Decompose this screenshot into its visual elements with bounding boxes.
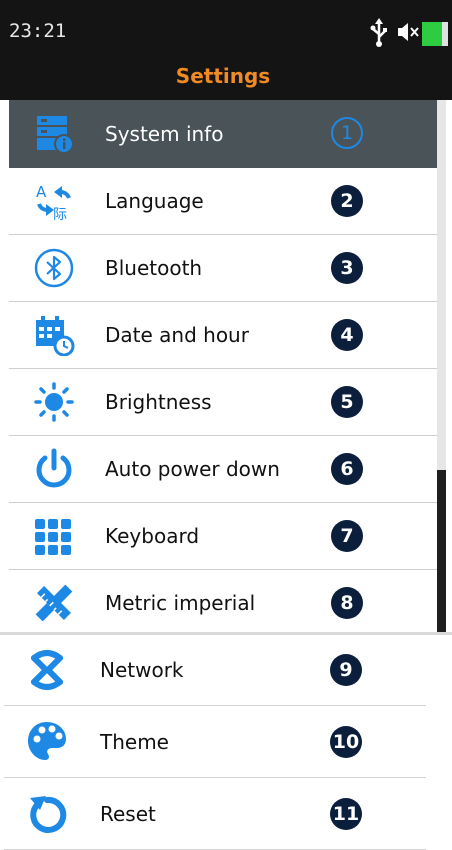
scrollbar-thumb[interactable] bbox=[437, 100, 446, 470]
menu-label: Bluetooth bbox=[105, 256, 203, 280]
menu-item-system-info[interactable]: System info 1 bbox=[9, 100, 437, 168]
menu-label: System info bbox=[105, 122, 224, 146]
palette-icon bbox=[28, 722, 66, 760]
menu-number: 5 bbox=[331, 386, 363, 418]
menu-number: 2 bbox=[331, 185, 363, 217]
menu-number: 3 bbox=[331, 252, 363, 284]
network-icon bbox=[31, 650, 63, 690]
menu-number: 6 bbox=[331, 453, 363, 485]
menu-item-auto-power-down[interactable]: Auto power down 6 bbox=[9, 436, 437, 503]
menu-label: Metric imperial bbox=[105, 591, 256, 615]
menu-item-brightness[interactable]: Brightness 5 bbox=[9, 369, 437, 436]
menu-label: Theme bbox=[100, 730, 169, 754]
language-icon: A 际 bbox=[36, 183, 71, 222]
calendar-clock-icon bbox=[36, 316, 75, 356]
bluetooth-icon bbox=[34, 248, 74, 288]
svg-text:A: A bbox=[36, 183, 47, 201]
menu-label: Date and hour bbox=[105, 323, 249, 347]
power-icon bbox=[36, 448, 72, 488]
system-info-icon bbox=[37, 116, 74, 154]
menu-item-date-and-hour[interactable]: Date and hour 4 bbox=[9, 302, 437, 369]
menu-label: Reset bbox=[100, 802, 156, 826]
menu-number: 4 bbox=[331, 319, 363, 351]
menu-item-network[interactable]: Network 9 bbox=[4, 635, 426, 706]
menu-number: 9 bbox=[330, 654, 362, 686]
menu-number: 11 bbox=[330, 798, 362, 830]
usb-icon bbox=[370, 18, 387, 47]
menu-label: Language bbox=[105, 189, 204, 213]
menu-label: Auto power down bbox=[105, 457, 280, 481]
menu-number: 1 bbox=[331, 117, 363, 149]
menu-item-bluetooth[interactable]: Bluetooth 3 bbox=[9, 235, 437, 302]
menu-item-metric-imperial[interactable]: Metric imperial 8 bbox=[9, 570, 437, 632]
menu-label: Keyboard bbox=[105, 524, 200, 548]
menu-item-language[interactable]: A 际 Language 2 bbox=[9, 168, 437, 235]
menu-label: Brightness bbox=[105, 390, 212, 414]
clock: 23:21 bbox=[9, 20, 67, 42]
brightness-icon bbox=[34, 382, 74, 422]
ruler-icon bbox=[35, 584, 73, 622]
svg-text:际: 际 bbox=[53, 207, 67, 222]
page-title: Settings bbox=[175, 64, 271, 88]
menu-item-theme[interactable]: Theme 10 bbox=[4, 707, 426, 778]
menu-number: 8 bbox=[331, 587, 363, 619]
menu-item-reset[interactable]: Reset 11 bbox=[4, 779, 426, 850]
menu-number: 7 bbox=[331, 520, 363, 552]
mute-icon bbox=[398, 23, 419, 41]
battery-icon bbox=[422, 22, 448, 46]
menu-item-keyboard[interactable]: Keyboard 7 bbox=[9, 503, 437, 570]
reset-icon bbox=[30, 796, 67, 833]
keyboard-icon bbox=[35, 519, 71, 555]
status-bar: 23:21 Settings bbox=[0, 0, 452, 100]
menu-label: Network bbox=[100, 658, 184, 682]
menu-number: 10 bbox=[330, 726, 362, 758]
